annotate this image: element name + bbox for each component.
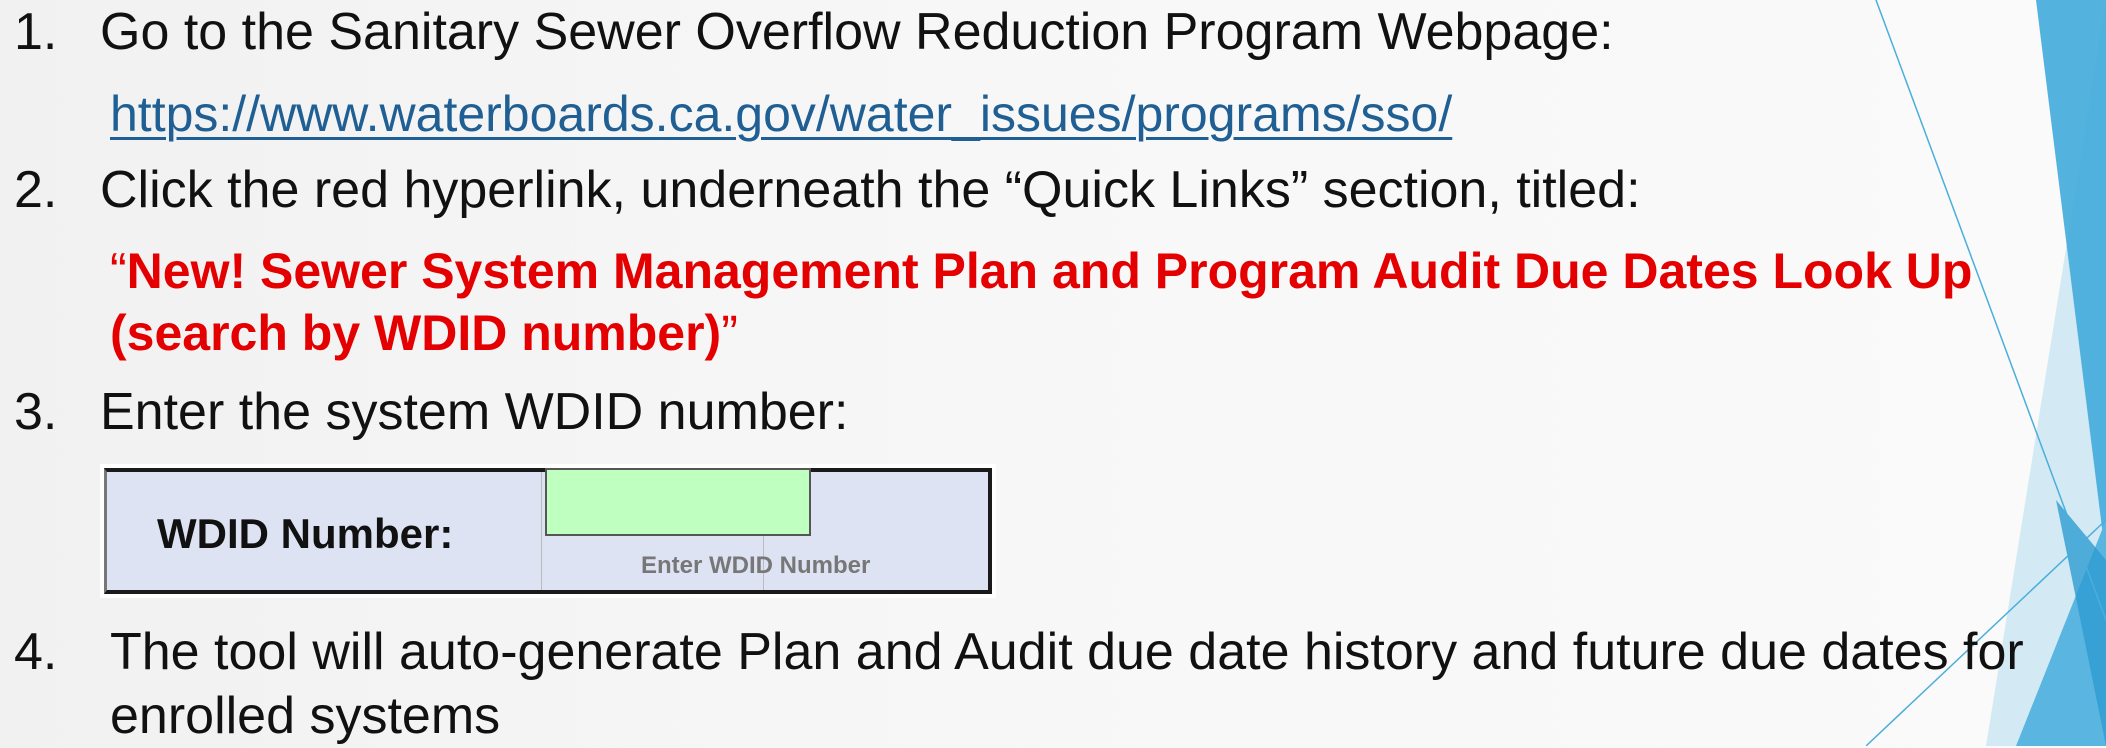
step-number: 4. [14, 623, 58, 681]
red-link-line-1: New! Sewer System Management Plan and Pr… [126, 243, 1973, 299]
step-text-line-1: The tool will auto-generate Plan and Aud… [110, 623, 2024, 681]
ssmp-due-dates-link[interactable]: “New! Sewer System Management Plan and P… [110, 240, 2100, 364]
red-link-line-2: (search by WDID number) [110, 305, 722, 361]
close-quote: ” [721, 305, 738, 361]
step-text: Go to the Sanitary Sewer Overflow Reduct… [100, 3, 1614, 61]
wdid-label: WDID Number: [157, 510, 454, 557]
step-number: 3. [14, 383, 58, 441]
step-text: Enter the system WDID number: [100, 383, 849, 441]
wdid-input[interactable] [545, 468, 811, 536]
step-number: 2. [14, 161, 58, 219]
step-number: 1. [14, 3, 58, 61]
grid-line [541, 472, 542, 590]
wdid-hint: Enter WDID Number [641, 552, 871, 579]
step-text-line-2: enrolled systems [110, 687, 501, 745]
open-quote: “ [110, 243, 127, 299]
wdid-lookup-screenshot: WDID Number: Enter WDID Number [100, 464, 996, 598]
sso-program-link[interactable]: https://www.waterboards.ca.gov/water_iss… [110, 84, 1452, 144]
step-text: Click the red hyperlink, underneath the … [100, 161, 1641, 219]
wdid-panel: WDID Number: Enter WDID Number [104, 468, 992, 594]
